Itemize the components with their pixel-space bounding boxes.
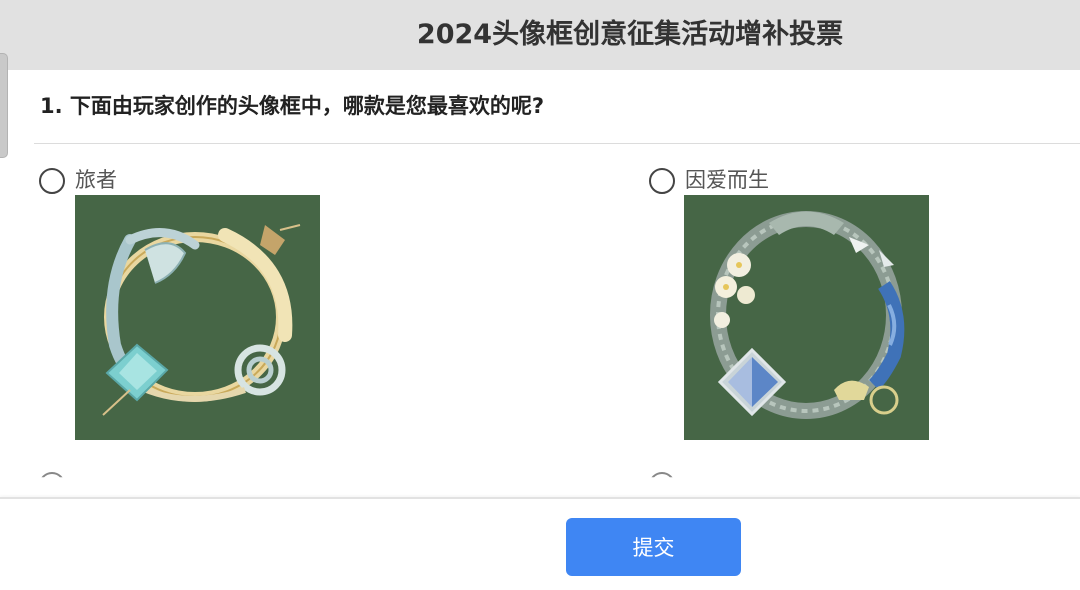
radio-button[interactable] [39, 168, 65, 194]
question-divider [34, 143, 1080, 144]
question-title: 1. 下面由玩家创作的头像框中，哪款是您最喜欢的呢? [40, 94, 545, 118]
avatar-frame-image[interactable] [684, 195, 929, 440]
avatar-frame-born-of-love-icon [684, 195, 929, 440]
option-label: 因爱而生 [685, 168, 769, 192]
radio-button[interactable] [649, 472, 675, 478]
radio-button[interactable] [649, 168, 675, 194]
option-label: 旅者 [75, 168, 117, 192]
side-drawer-handle[interactable] [0, 53, 8, 158]
avatar-frame-traveler-icon [75, 195, 320, 440]
page-title: 2024头像框创意征集活动增补投票 [416, 19, 844, 50]
page-header: 2024头像框创意征集活动增补投票 [0, 0, 1080, 70]
submit-button[interactable]: 提交 [566, 518, 741, 576]
radio-button[interactable] [39, 472, 65, 478]
footer-bar: 提交 [0, 497, 1080, 590]
avatar-frame-image[interactable] [75, 195, 320, 440]
